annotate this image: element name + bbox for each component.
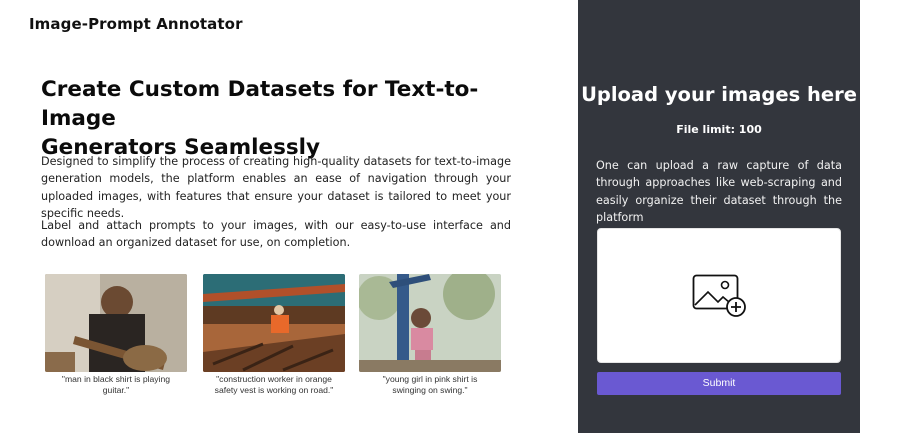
upload-title: Upload your images here [581, 83, 857, 106]
intro-paragraph-1: Designed to simplify the process of crea… [41, 155, 511, 221]
upload-panel: Upload your images here File limit: 100 … [578, 0, 860, 433]
caption-line: "man in black shirt is playing [61, 374, 171, 384]
example-caption-swing: "young girl in pink shirt is swinging on… [359, 374, 501, 395]
example-image-construction [203, 274, 345, 372]
app-title: Image-Prompt Annotator [29, 15, 243, 33]
example-image-swing [359, 274, 501, 372]
add-image-icon [692, 274, 746, 317]
caption-line: safety vest is working on road." [214, 384, 334, 395]
image-dropzone[interactable] [597, 228, 841, 363]
file-limit-label: File limit: 100 [676, 123, 762, 136]
intro-paragraph-2: Label and attach prompts to your images,… [41, 219, 511, 250]
example-image-guitar [45, 274, 187, 372]
example-caption-construction: "construction worker in orange safety ve… [203, 374, 345, 395]
example-card-construction: "construction worker in orange safety ve… [203, 274, 345, 395]
example-caption-guitar: "man in black shirt is playing guitar." [45, 374, 187, 395]
headline-line-1: Create Custom Datasets for Text-to-Image [41, 77, 479, 131]
example-card-guitar: "man in black shirt is playing guitar." [45, 274, 187, 395]
example-card-swing: "young girl in pink shirt is swinging on… [359, 274, 501, 395]
page-headline: Create Custom Datasets for Text-to-Image… [41, 75, 541, 162]
upload-description: One can upload a raw capture of data thr… [596, 159, 842, 225]
caption-line: "young girl in pink shirt is [382, 374, 478, 384]
caption-line: guitar." [102, 384, 130, 395]
submit-button[interactable]: Submit [597, 372, 841, 395]
intro-panel: Image-Prompt Annotator Create Custom Dat… [0, 0, 578, 433]
caption-line: "construction worker in orange [216, 374, 332, 384]
caption-line: swinging on swing." [392, 384, 468, 395]
